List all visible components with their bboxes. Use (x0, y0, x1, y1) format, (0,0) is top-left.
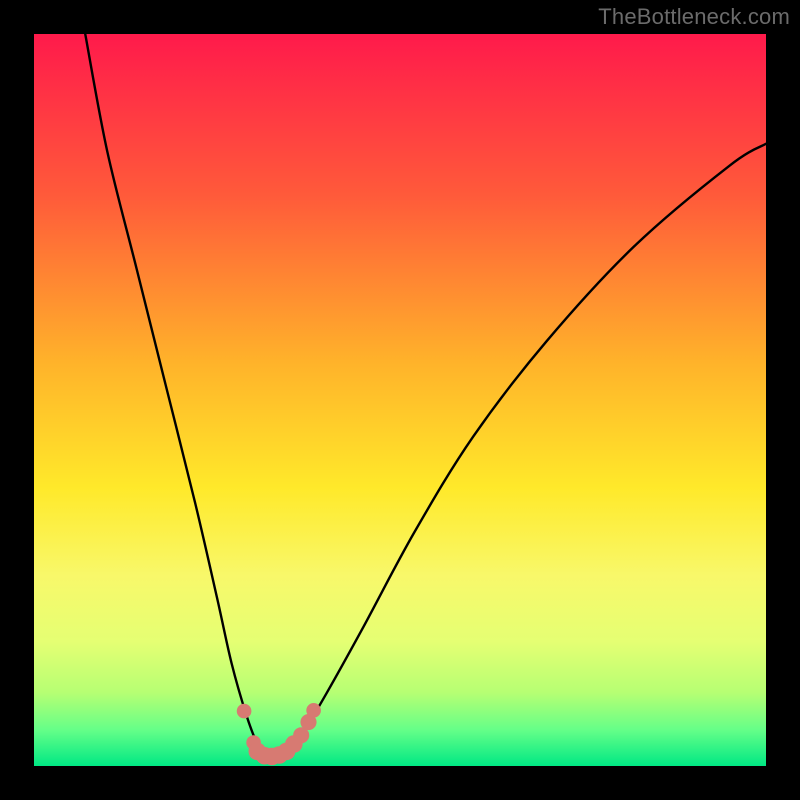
plot-area (34, 34, 766, 766)
chart-frame: TheBottleneck.com (0, 0, 800, 800)
gradient-background (34, 34, 766, 766)
highlight-dot (237, 704, 252, 719)
highlight-dot (306, 703, 321, 718)
bottleneck-chart (34, 34, 766, 766)
watermark-text: TheBottleneck.com (598, 4, 790, 30)
